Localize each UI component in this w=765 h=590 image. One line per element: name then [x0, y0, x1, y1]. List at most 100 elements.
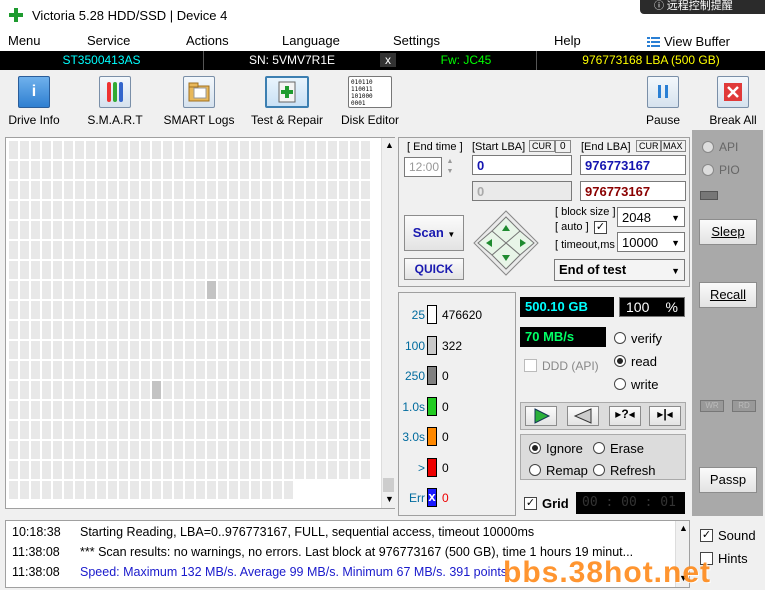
scan-block [262, 321, 271, 339]
pio-radio[interactable] [702, 164, 714, 176]
scan-block [240, 341, 249, 359]
grid-checkbox[interactable]: ✓ [524, 497, 537, 510]
scan-block [229, 141, 238, 159]
scan-block [53, 321, 62, 339]
scan-block [273, 241, 282, 259]
scan-button[interactable]: Scan ▼ [404, 215, 464, 251]
scan-block [361, 181, 370, 199]
scan-block [306, 321, 315, 339]
scan-block [328, 261, 337, 279]
end-max-button[interactable]: MAX [660, 140, 686, 152]
ddd-api-checkbox[interactable] [524, 359, 537, 372]
scan-block [152, 461, 161, 479]
mode-verify-radio[interactable] [614, 332, 626, 344]
mode-read-radio[interactable] [614, 355, 626, 367]
scan-block [86, 301, 95, 319]
scan-block [86, 141, 95, 159]
scan-block [75, 241, 84, 259]
menu-settings[interactable]: Settings [393, 33, 440, 48]
end-time-field[interactable]: 12:00 [404, 157, 442, 177]
sound-checkbox[interactable]: ✓ [700, 529, 713, 542]
scan-block [130, 381, 139, 399]
mode-write-radio[interactable] [614, 378, 626, 390]
scan-block [284, 281, 293, 299]
action-erase-radio[interactable] [593, 442, 605, 454]
action-remap-radio[interactable] [529, 464, 541, 476]
auto-checkbox[interactable]: ✓ [594, 221, 607, 234]
action-refresh-radio[interactable] [593, 464, 605, 476]
menu-help[interactable]: Help [554, 33, 581, 48]
scan-block [251, 181, 260, 199]
scan-block [328, 161, 337, 179]
scan-block [119, 361, 128, 379]
quick-button[interactable]: QUICK [404, 258, 464, 280]
scan-block [86, 241, 95, 259]
seek-random-button[interactable]: ▸?◂ [609, 406, 641, 426]
start-lba-field[interactable]: 0 [472, 155, 572, 175]
legend-swatch [427, 396, 437, 416]
smart-button[interactable]: S.M.A.R.T [84, 72, 146, 130]
close-device-button[interactable]: x [380, 53, 396, 67]
legend-count: 0 [442, 430, 449, 444]
scan-block [9, 321, 18, 339]
drive-info-button[interactable]: i Drive Info [4, 72, 64, 130]
scan-block [174, 321, 183, 339]
sleep-button[interactable]: Sleep [699, 219, 757, 245]
scan-block [240, 401, 249, 419]
scan-block [262, 341, 271, 359]
scan-block [262, 181, 271, 199]
scan-block [86, 461, 95, 479]
scan-block [119, 421, 128, 439]
scroll-thumb[interactable] [383, 478, 394, 492]
timeout-select[interactable]: 10000 ▼ [617, 232, 685, 252]
scan-block [339, 201, 348, 219]
disk-editor-button[interactable]: 010110 110011 101000 0001 Disk Editor [338, 72, 402, 130]
grid-scrollbar[interactable]: ▲ ▼ [381, 138, 395, 508]
scan-block [20, 381, 29, 399]
menu-language[interactable]: Language [282, 33, 340, 48]
scan-block [240, 441, 249, 459]
drive-firmware: Fw: JC45 [440, 53, 492, 67]
scan-block [108, 301, 117, 319]
scan-block [284, 421, 293, 439]
api-radio[interactable] [702, 141, 714, 153]
legend-swatch: x [427, 488, 437, 507]
start-cur-button[interactable]: CUR [529, 140, 555, 152]
end-time-spinner-icon[interactable]: ▲ ▼ [443, 157, 457, 177]
end-lba-field[interactable]: 976773167 [580, 155, 686, 175]
end-action-select[interactable]: End of test ▼ [554, 259, 685, 281]
action-ignore-radio[interactable] [529, 442, 541, 454]
menu-service[interactable]: Service [87, 33, 130, 48]
test-repair-button[interactable]: Test & Repair [248, 72, 326, 130]
menu-actions[interactable]: Actions [186, 33, 229, 48]
scan-block [350, 301, 359, 319]
view-buffer-live-button[interactable]: View Buffer Live [647, 34, 757, 64]
scan-block [141, 461, 150, 479]
scan-block [163, 261, 172, 279]
scan-block [350, 421, 359, 439]
menu-menu[interactable]: Menu [8, 33, 41, 48]
scan-block [361, 281, 370, 299]
scan-block [141, 321, 150, 339]
list-icon [647, 37, 660, 47]
end-cur-button[interactable]: CUR [636, 140, 662, 152]
scan-block [174, 421, 183, 439]
scan-block [306, 381, 315, 399]
direction-pad[interactable] [472, 209, 540, 277]
recall-button[interactable]: Recall [699, 282, 757, 308]
smart-logs-button[interactable]: SMART Logs [163, 72, 235, 130]
legend-threshold-label: 3.0s [402, 430, 425, 444]
play-button[interactable] [525, 406, 557, 426]
scan-block [9, 221, 18, 239]
scan-block [108, 221, 117, 239]
passp-button[interactable]: Passp [699, 467, 757, 493]
scan-block [97, 381, 106, 399]
butterfly-button[interactable]: ▸|◂ [649, 406, 681, 426]
scan-block [284, 261, 293, 279]
block-size-select[interactable]: 2048 ▼ [617, 207, 685, 227]
pause-button[interactable]: Pause [641, 72, 685, 130]
rewind-button[interactable] [567, 406, 599, 426]
scan-block [42, 381, 51, 399]
scroll-up-icon[interactable]: ▲ [385, 140, 394, 150]
break-all-button[interactable]: Break All [707, 72, 759, 130]
